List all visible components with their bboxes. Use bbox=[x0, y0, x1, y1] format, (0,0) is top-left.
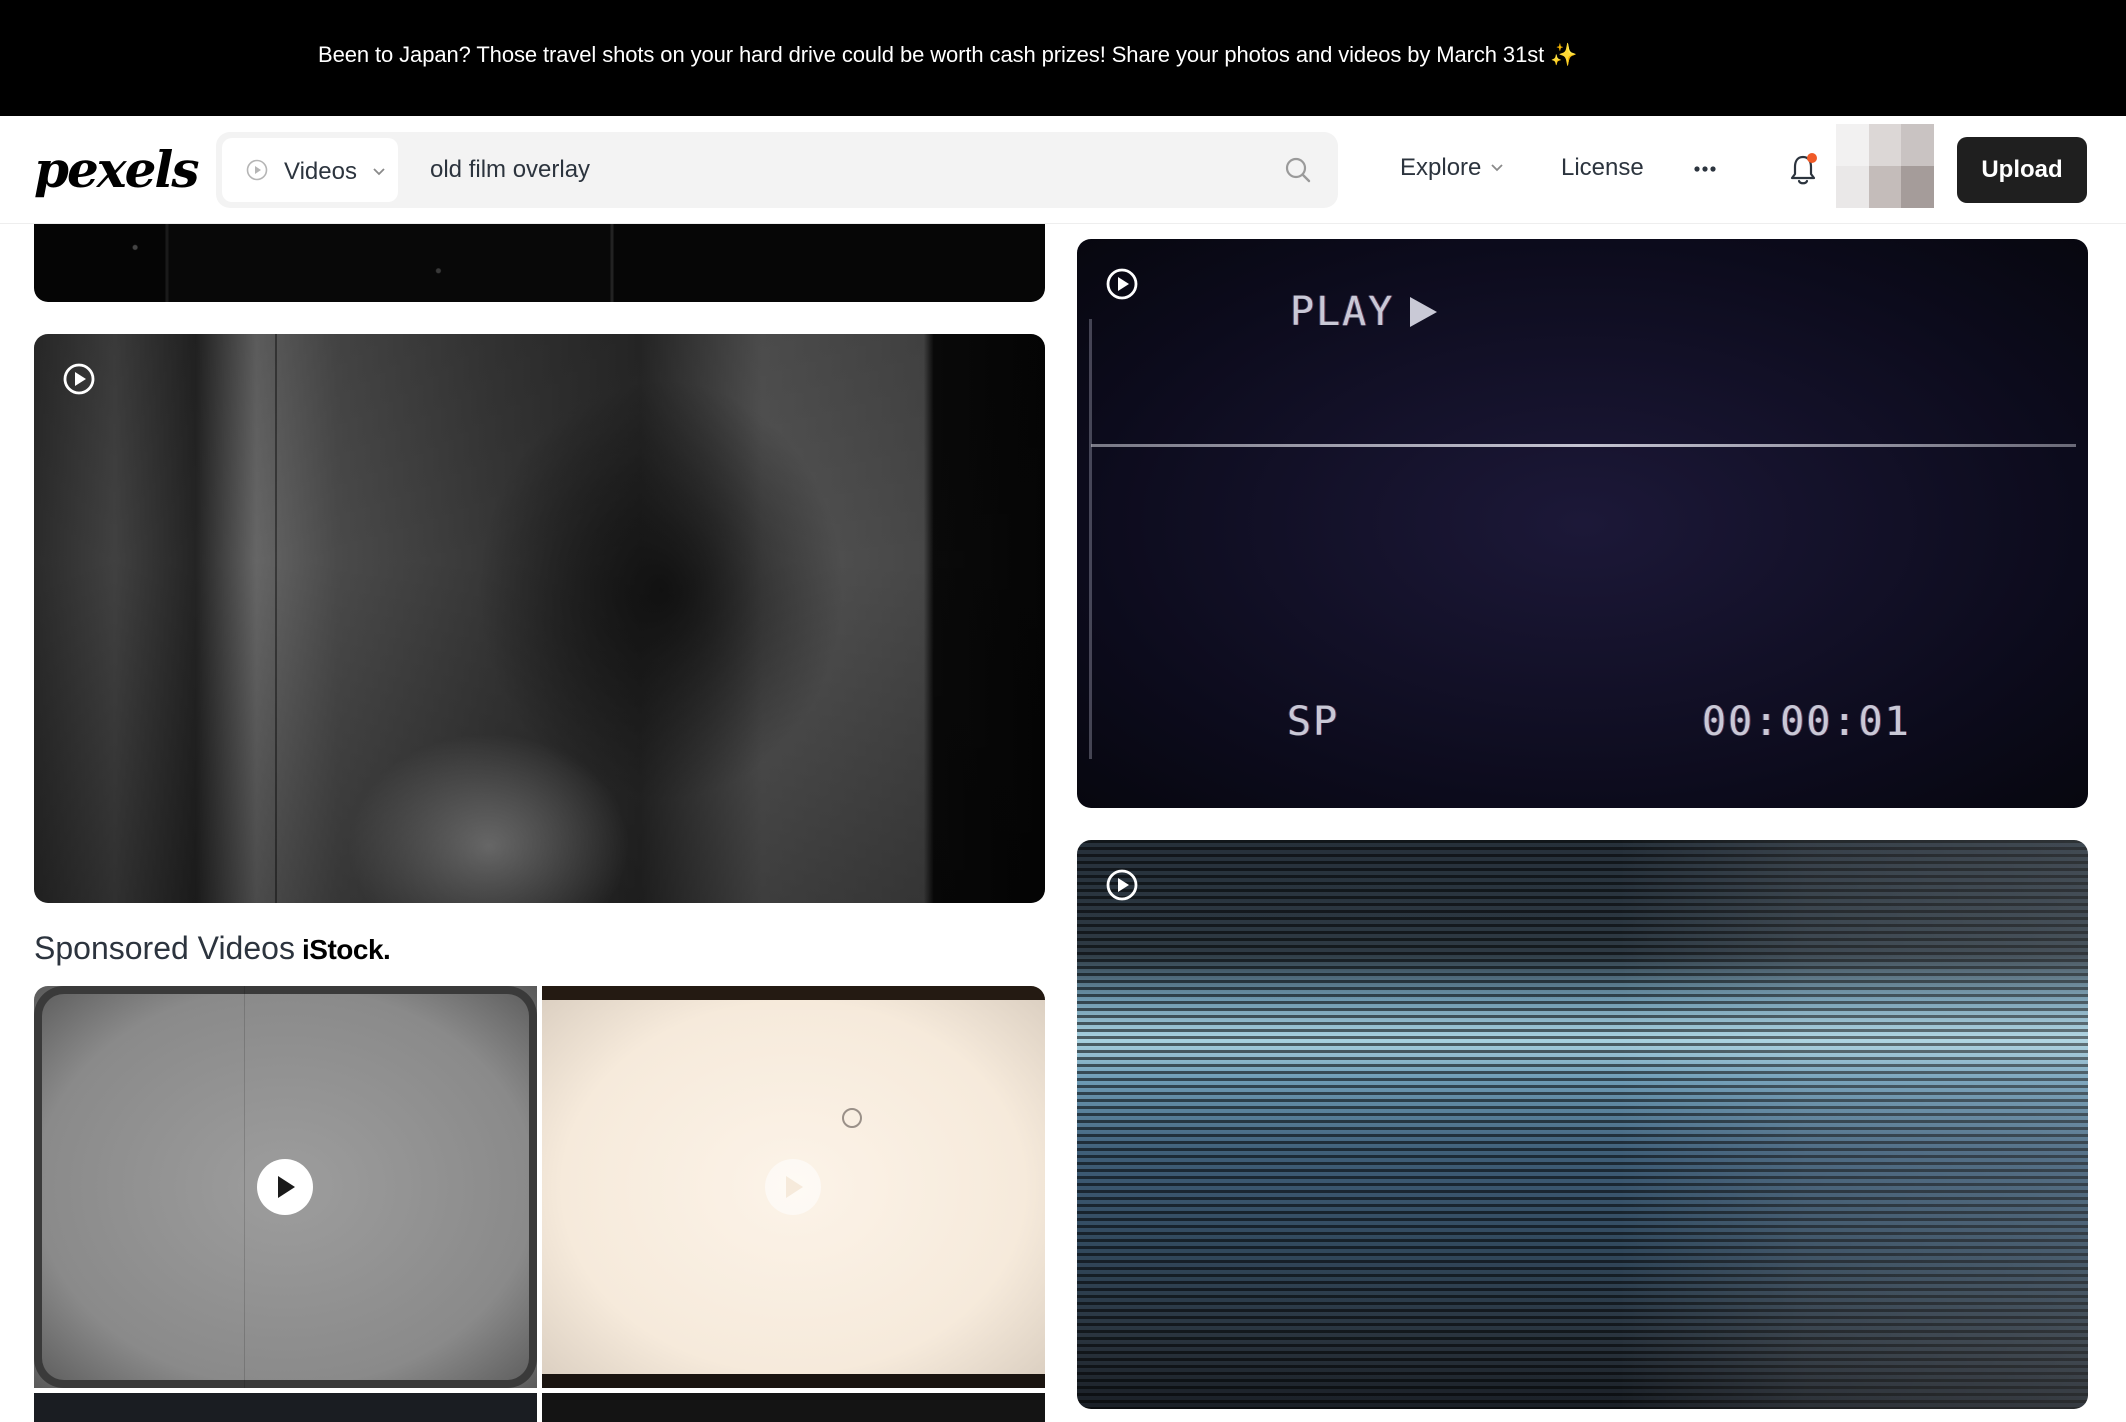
sponsored-video-thumbnail[interactable] bbox=[34, 1393, 537, 1422]
video-thumbnail[interactable] bbox=[34, 224, 1045, 302]
chevron-down-icon bbox=[373, 168, 385, 176]
pexels-logo[interactable]: pexels bbox=[34, 140, 200, 199]
license-link[interactable]: License bbox=[1561, 154, 1644, 182]
search-input[interactable] bbox=[428, 150, 1228, 190]
video-thumbnail[interactable] bbox=[34, 334, 1045, 903]
video-play-icon bbox=[246, 159, 268, 181]
video-thumbnail[interactable] bbox=[1077, 840, 2088, 1409]
vhs-play-label: PLAY bbox=[1290, 289, 1395, 335]
media-type-label: Videos bbox=[284, 158, 357, 185]
chevron-down-icon[interactable] bbox=[1490, 160, 1504, 174]
explore-menu[interactable]: Explore bbox=[1400, 154, 1481, 182]
play-button[interactable] bbox=[765, 1159, 821, 1215]
search-bar: Videos bbox=[216, 132, 1338, 208]
sparkle-icon: ✨ bbox=[1550, 42, 1578, 67]
upload-button[interactable]: Upload bbox=[1957, 137, 2087, 203]
notification-bell-icon[interactable] bbox=[1788, 152, 1818, 186]
promo-banner-text[interactable]: Been to Japan? Those travel shots on you… bbox=[318, 42, 1578, 68]
play-icon bbox=[278, 1176, 295, 1198]
video-badge-icon bbox=[1106, 869, 1138, 901]
avatar[interactable] bbox=[1836, 124, 1934, 208]
promo-banner[interactable]: Been to Japan? Those travel shots on you… bbox=[0, 0, 2126, 116]
more-options-icon[interactable] bbox=[1694, 166, 1716, 172]
sponsored-video-thumbnail[interactable] bbox=[34, 986, 537, 1388]
vhs-timecode: 00:00:01 bbox=[1702, 699, 1911, 745]
sponsored-videos-heading: Sponsored Videos bbox=[34, 930, 295, 966]
video-badge-icon bbox=[1106, 268, 1138, 300]
video-thumbnail[interactable]: PLAY SP 00:00:01 bbox=[1077, 239, 2088, 808]
video-badge-icon bbox=[63, 363, 95, 395]
search-icon[interactable] bbox=[1284, 156, 1312, 184]
play-button[interactable] bbox=[257, 1159, 313, 1215]
media-type-dropdown[interactable]: Videos bbox=[222, 138, 398, 202]
play-icon bbox=[786, 1176, 803, 1198]
vhs-play-triangle-icon bbox=[1410, 297, 1437, 327]
vhs-mode-label: SP bbox=[1287, 699, 1340, 745]
sponsored-video-thumbnail[interactable] bbox=[542, 1393, 1045, 1422]
istock-logo[interactable]: iStock. bbox=[302, 934, 391, 966]
sponsored-video-thumbnail[interactable] bbox=[542, 986, 1045, 1388]
